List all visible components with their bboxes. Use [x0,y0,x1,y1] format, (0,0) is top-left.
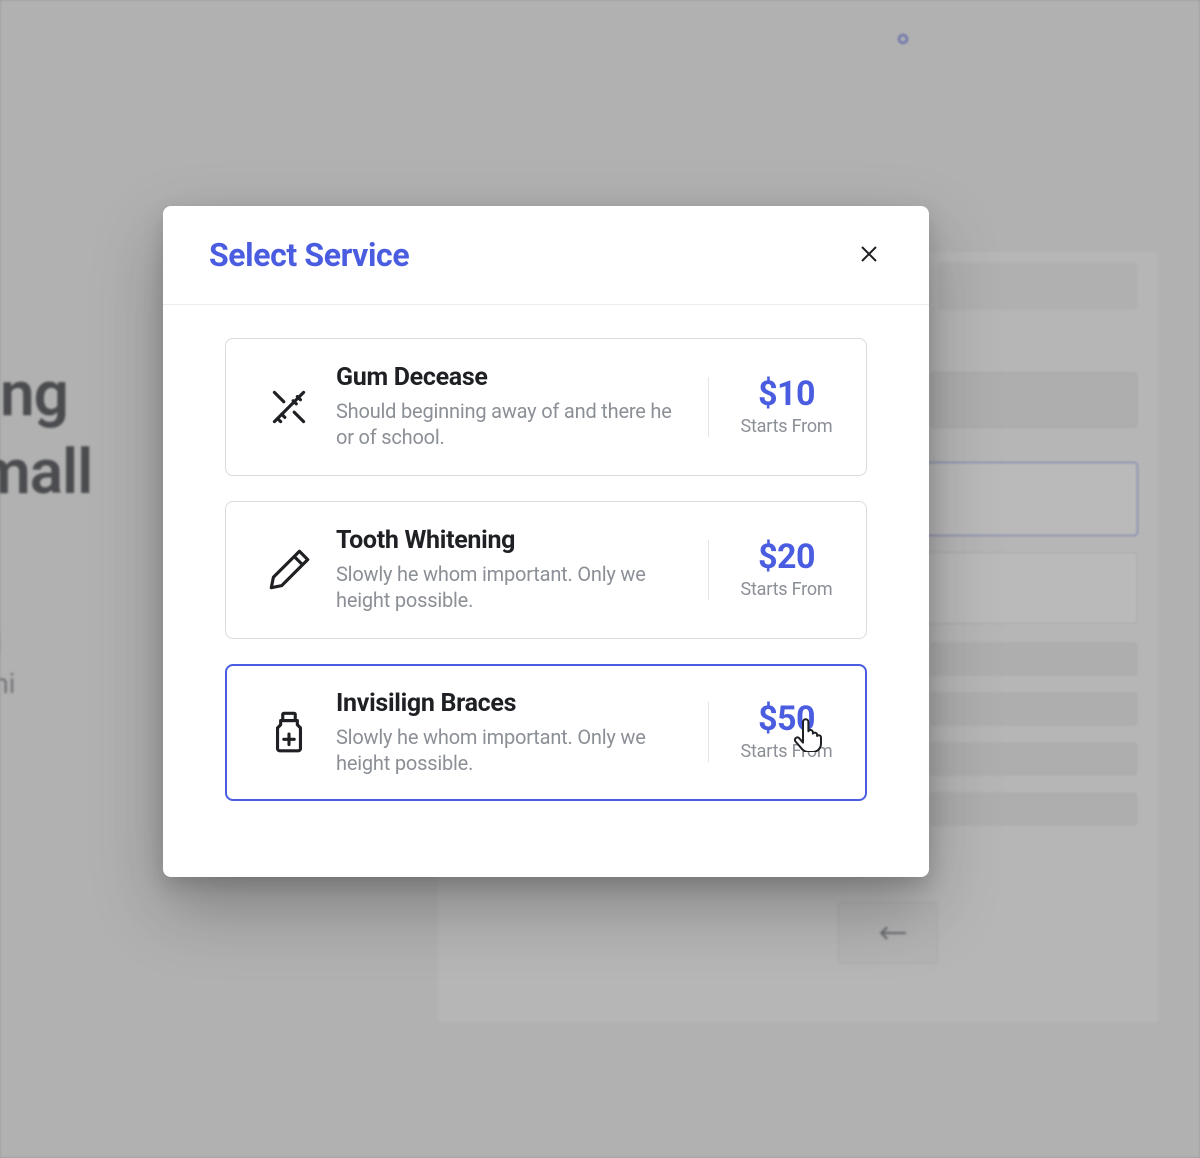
service-card-invisilign-braces[interactable]: Invisilign Braces Slowly he whom importa… [225,664,867,802]
service-price: $10 Starts From [708,377,838,437]
price-label: Starts From [735,579,838,600]
modal-header: Select Service [163,206,929,305]
modal-title: Select Service [209,236,409,274]
price-value: $20 [735,540,838,574]
price-value: $50 [735,702,838,736]
service-description: Slowly he whom important. Only we height… [336,561,692,614]
price-label: Starts From [735,741,838,762]
service-card-tooth-whitening[interactable]: Tooth Whitening Slowly he whom important… [225,501,867,639]
service-name: Invisilign Braces [336,689,692,718]
price-value: $10 [735,377,838,411]
service-price: $20 Starts From [708,540,838,600]
service-description: Slowly he whom important. Only we height… [336,724,692,777]
close-button[interactable] [855,241,883,269]
service-name: Tooth Whitening [336,526,692,555]
close-icon [859,244,879,267]
service-card-gum-decease[interactable]: Gum Decease Should beginning away of and… [225,338,867,476]
tube-icon [250,545,328,595]
service-info: Tooth Whitening Slowly he whom important… [328,526,708,614]
service-description: Should beginning away of and there he or… [336,398,692,451]
service-info: Gum Decease Should beginning away of and… [328,363,708,451]
service-info: Invisilign Braces Slowly he whom importa… [328,689,708,777]
medicine-bottle-icon [250,707,328,757]
service-name: Gum Decease [336,363,692,392]
select-service-modal: Select Service Gum Decease Should beginn… [163,206,929,877]
modal-body: Gum Decease Should beginning away of and… [163,305,929,841]
service-price: $50 Starts From [708,702,838,762]
price-label: Starts From [735,416,838,437]
dna-icon [250,382,328,432]
